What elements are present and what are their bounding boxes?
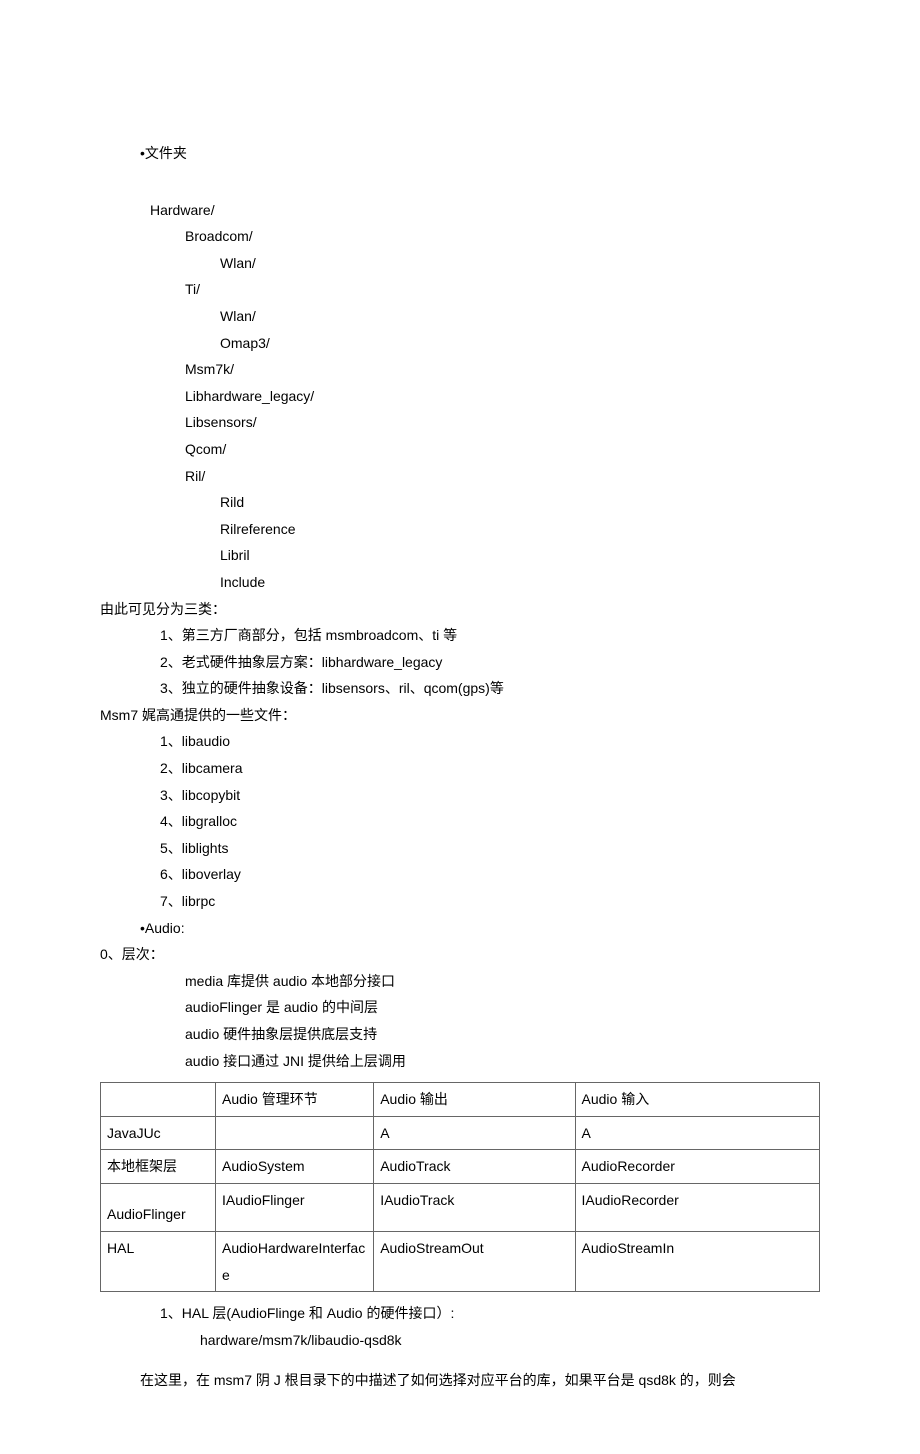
hal-line-2: hardware/msm7k/libaudio-qsd8k — [200, 1327, 820, 1354]
layer-line-3: audio 硬件抽象层提供底层支持 — [185, 1021, 820, 1048]
msm7-item-3: 3、libcopybit — [160, 782, 820, 809]
table-cell: 本地框架层 — [101, 1150, 216, 1184]
layer-line-4: audio 接口通过 JNI 提供给上层调用 — [185, 1048, 820, 1075]
layer-intro: 0、层次： — [100, 941, 820, 968]
table-header-output: Audio 输出 — [374, 1083, 575, 1117]
table-cell: AudioStreamIn — [575, 1231, 819, 1291]
tree-libsensors: Libsensors/ — [185, 409, 820, 436]
tree-ti-omap3: Omap3/ — [220, 330, 820, 357]
tree-include: Include — [220, 569, 820, 596]
table-cell — [216, 1116, 374, 1150]
tree-ti-wlan: Wlan/ — [220, 303, 820, 330]
table-cell: IAudioTrack — [374, 1183, 575, 1231]
classify-item-2: 2、老式硬件抽象层方案：libhardware_legacy — [160, 649, 820, 676]
folder-section-header: •文件夹 — [140, 140, 820, 167]
table-row: Audio 管理环节 Audio 输出 Audio 输入 — [101, 1083, 820, 1117]
closing-paragraph: 在这里，在 msm7 阴 J 根目录下的中描述了如何选择对应平台的库，如果平台是… — [140, 1367, 820, 1394]
table-cell: HAL — [101, 1231, 216, 1291]
table-cell: AudioHardwareInterface — [216, 1231, 374, 1291]
hal-line-1: 1、HAL 层(AudioFlinge 和 Audio 的硬件接口）: — [160, 1300, 820, 1327]
table-cell: IAudioFlinger — [216, 1183, 374, 1231]
tree-rilreference: Rilreference — [220, 516, 820, 543]
msm7-item-5: 5、liblights — [160, 835, 820, 862]
layer-line-2: audioFlinger 是 audio 的中间层 — [185, 994, 820, 1021]
classify-item-3: 3、独立的硬件抽象设备：libsensors、ril、qcom(gps)等 — [160, 675, 820, 702]
table-row: AudioFlinger IAudioFlinger IAudioTrack I… — [101, 1183, 820, 1231]
msm7-item-1: 1、libaudio — [160, 728, 820, 755]
tree-ril: Ril/ — [185, 463, 820, 490]
classify-item-1: 1、第三方厂商部分，包括 msmbroadcom、ti 等 — [160, 622, 820, 649]
msm7-item-2: 2、libcamera — [160, 755, 820, 782]
table-cell: JavaJUc — [101, 1116, 216, 1150]
tree-libril: Libril — [220, 542, 820, 569]
audio-table: Audio 管理环节 Audio 输出 Audio 输入 JavaJUc A A… — [100, 1082, 820, 1292]
tree-broadcom: Broadcom/ — [185, 223, 820, 250]
layer-line-1: media 库提供 audio 本地部分接口 — [185, 968, 820, 995]
audio-section-header: •Audio: — [140, 915, 820, 942]
tree-ti: Ti/ — [185, 276, 820, 303]
tree-qcom: Qcom/ — [185, 436, 820, 463]
msm7-intro: Msm7 娓高通提供的一些文件： — [100, 702, 820, 729]
tree-rild: Rild — [220, 489, 820, 516]
table-cell: AudioTrack — [374, 1150, 575, 1184]
table-header-manage: Audio 管理环节 — [216, 1083, 374, 1117]
table-cell: IAudioRecorder — [575, 1183, 819, 1231]
table-row: 本地框架层 AudioSystem AudioTrack AudioRecord… — [101, 1150, 820, 1184]
table-row: JavaJUc A A — [101, 1116, 820, 1150]
table-cell-empty — [101, 1083, 216, 1117]
table-cell: AudioRecorder — [575, 1150, 819, 1184]
classify-intro: 由此可见分为三类： — [100, 596, 820, 623]
tree-broadcom-wlan: Wlan/ — [220, 250, 820, 277]
table-header-input: Audio 输入 — [575, 1083, 819, 1117]
table-cell: AudioSystem — [216, 1150, 374, 1184]
msm7-item-4: 4、libgralloc — [160, 808, 820, 835]
msm7-item-7: 7、librpc — [160, 888, 820, 915]
tree-libhardware-legacy: Libhardware_legacy/ — [185, 383, 820, 410]
table-cell: AudioStreamOut — [374, 1231, 575, 1291]
table-cell: A — [374, 1116, 575, 1150]
tree-root: Hardware/ — [150, 197, 820, 224]
table-cell: A — [575, 1116, 819, 1150]
table-row: HAL AudioHardwareInterface AudioStreamOu… — [101, 1231, 820, 1291]
msm7-item-6: 6、liboverlay — [160, 861, 820, 888]
tree-msm7k: Msm7k/ — [185, 356, 820, 383]
table-cell: AudioFlinger — [101, 1183, 216, 1231]
